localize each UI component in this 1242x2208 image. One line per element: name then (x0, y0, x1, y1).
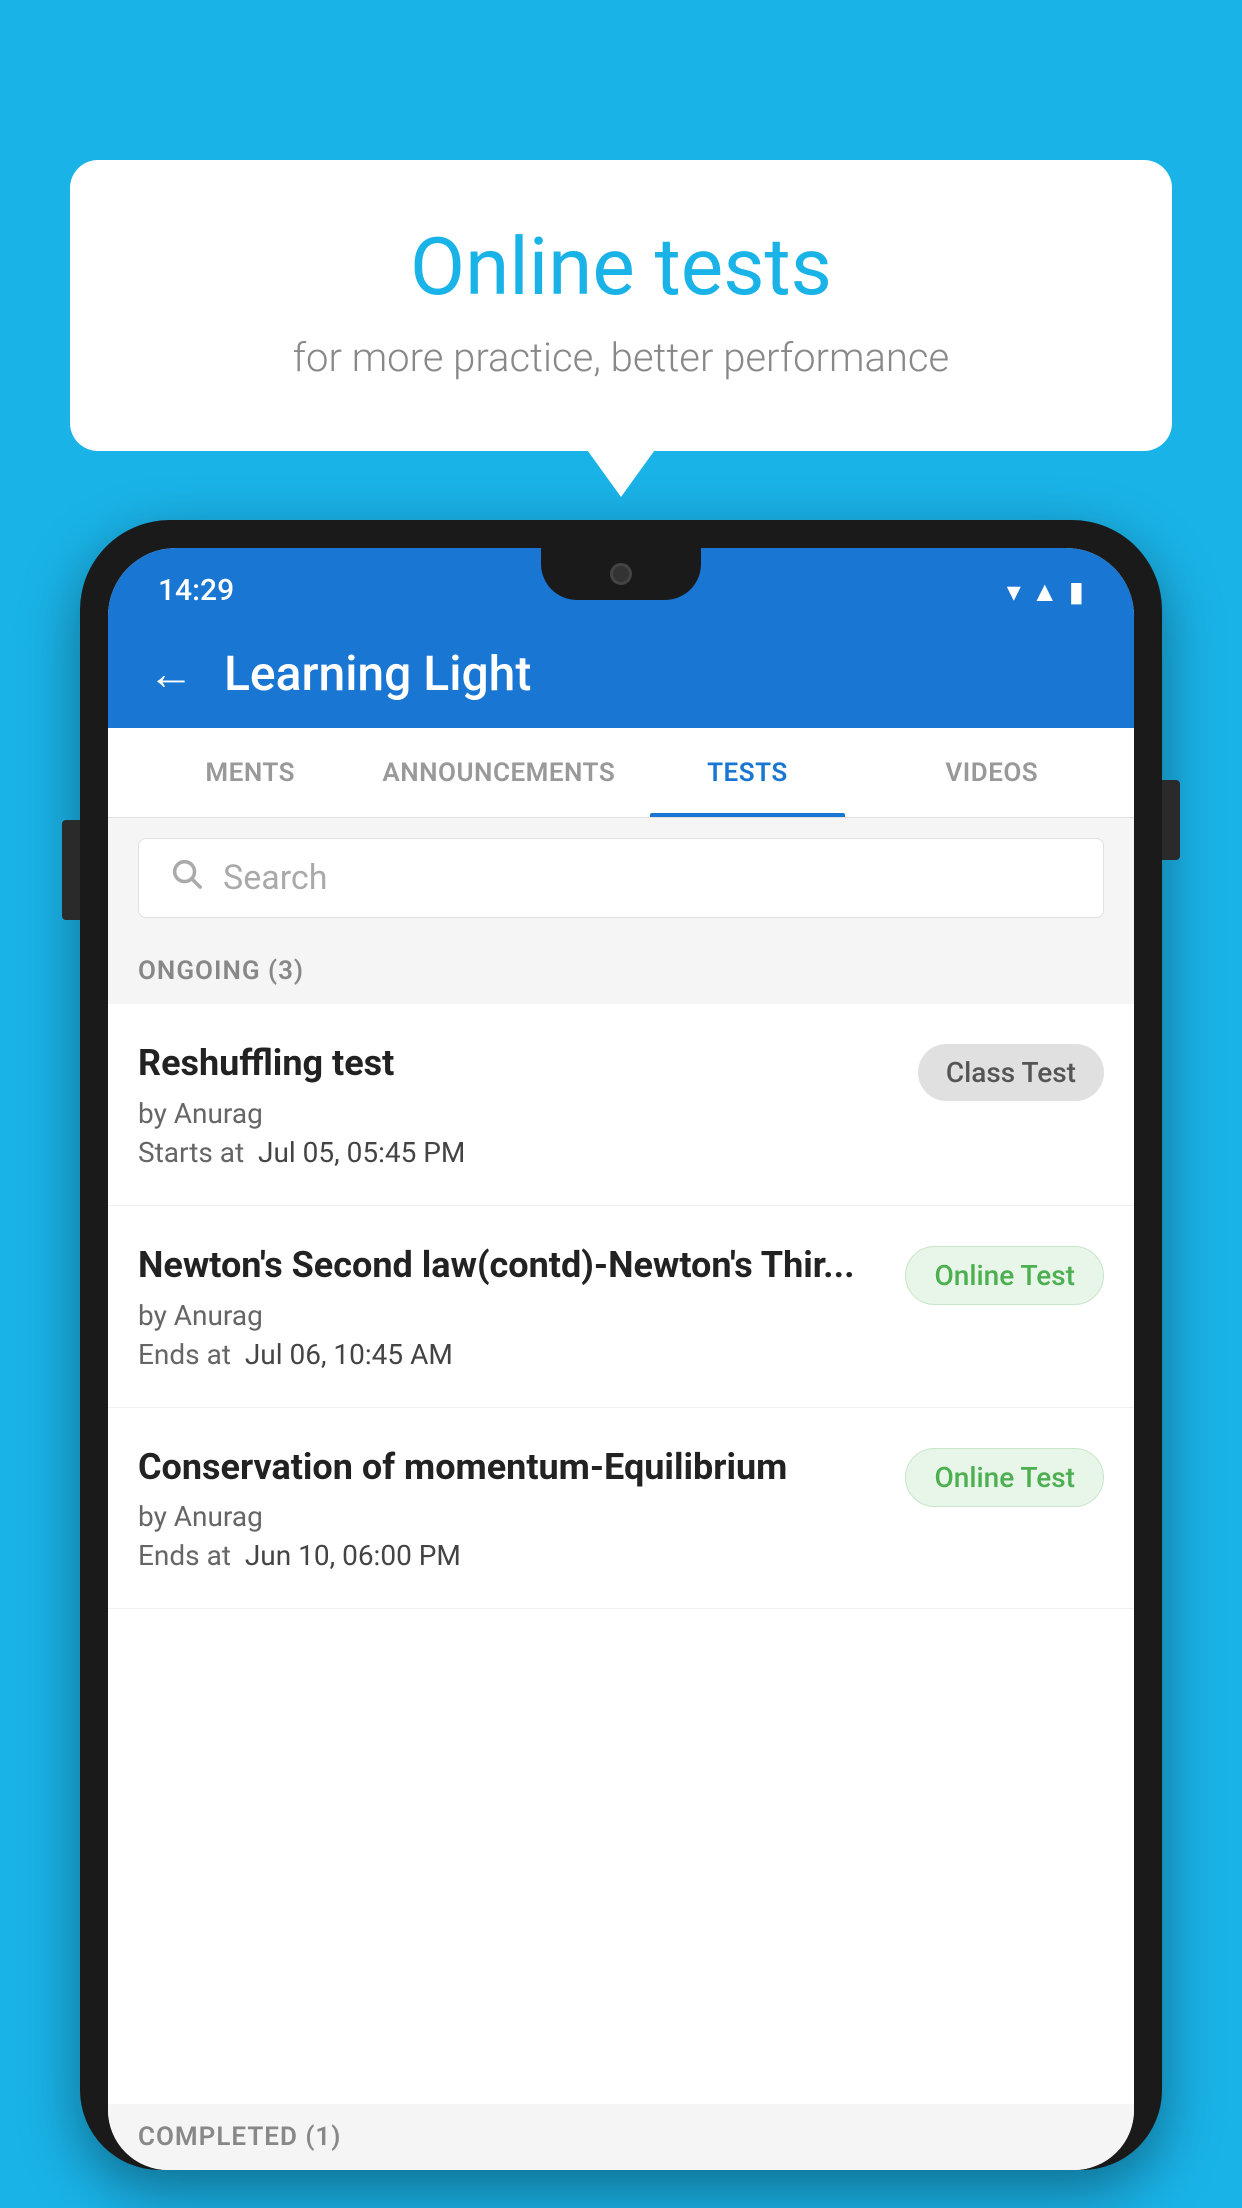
phone-outer: 14:29 ▾ ▲ ▮ ← Learning Light MENTS ANNOU… (80, 520, 1162, 2170)
tab-videos-label: VIDEOS (945, 758, 1038, 788)
tab-tests[interactable]: TESTS (625, 728, 869, 817)
camera-dot (610, 563, 632, 585)
bubble-subtitle: for more practice, better performance (150, 334, 1092, 381)
test-name-2: Newton's Second law(contd)-Newton's Thir… (138, 1242, 885, 1289)
test-name-1: Reshuffling test (138, 1040, 898, 1087)
test-author-2: by Anurag (138, 1299, 885, 1332)
tab-announcements-label: ANNOUNCEMENTS (382, 758, 615, 788)
app-title: Learning Light (224, 645, 531, 702)
search-bar[interactable]: Search (138, 838, 1104, 918)
test-item-1[interactable]: Reshuffling test by Anurag Starts at Jul… (108, 1004, 1134, 1206)
ongoing-label: ONGOING (3) (138, 956, 304, 986)
completed-section-header: COMPLETED (1) (108, 2104, 1134, 2170)
search-placeholder: Search (223, 858, 327, 898)
bubble-title: Online tests (150, 220, 1092, 314)
test-author-3: by Anurag (138, 1500, 885, 1533)
tab-announcements[interactable]: ANNOUNCEMENTS (372, 728, 625, 817)
test-time-2: Ends at Jul 06, 10:45 AM (138, 1338, 885, 1371)
test-info-2: Newton's Second law(contd)-Newton's Thir… (138, 1242, 905, 1371)
search-container: Search (108, 818, 1134, 938)
tab-tests-label: TESTS (707, 758, 788, 788)
test-info-3: Conservation of momentum-Equilibrium by … (138, 1444, 905, 1573)
back-button[interactable]: ← (148, 646, 194, 701)
test-badge-1: Class Test (918, 1044, 1104, 1101)
test-badge-2: Online Test (905, 1246, 1104, 1305)
test-author-1: by Anurag (138, 1097, 898, 1130)
search-icon (169, 856, 203, 900)
tab-assignments-label: MENTS (205, 758, 295, 788)
ongoing-section-header: ONGOING (3) (108, 938, 1134, 1004)
status-time: 14:29 (158, 573, 234, 608)
tab-videos[interactable]: VIDEOS (870, 728, 1114, 817)
status-icons: ▾ ▲ ▮ (1007, 575, 1084, 608)
battery-icon: ▮ (1069, 575, 1084, 608)
tab-bar: MENTS ANNOUNCEMENTS TESTS VIDEOS (108, 728, 1134, 818)
app-bar: ← Learning Light (108, 618, 1134, 728)
phone-wrapper: 14:29 ▾ ▲ ▮ ← Learning Light MENTS ANNOU… (80, 520, 1162, 2208)
wifi-icon: ▾ (1007, 575, 1021, 608)
test-time-3: Ends at Jun 10, 06:00 PM (138, 1539, 885, 1572)
speech-bubble: Online tests for more practice, better p… (70, 160, 1172, 451)
speech-bubble-container: Online tests for more practice, better p… (70, 160, 1172, 451)
tab-assignments[interactable]: MENTS (128, 728, 372, 817)
test-list: Reshuffling test by Anurag Starts at Jul… (108, 1004, 1134, 1609)
test-item-3[interactable]: Conservation of momentum-Equilibrium by … (108, 1408, 1134, 1610)
test-name-3: Conservation of momentum-Equilibrium (138, 1444, 885, 1491)
phone-notch (541, 548, 701, 600)
signal-icon: ▲ (1031, 575, 1059, 608)
test-info-1: Reshuffling test by Anurag Starts at Jul… (138, 1040, 918, 1169)
test-badge-3: Online Test (905, 1448, 1104, 1507)
phone-screen: 14:29 ▾ ▲ ▮ ← Learning Light MENTS ANNOU… (108, 548, 1134, 2170)
test-item-2[interactable]: Newton's Second law(contd)-Newton's Thir… (108, 1206, 1134, 1408)
completed-label: COMPLETED (1) (138, 2122, 341, 2152)
test-time-1: Starts at Jul 05, 05:45 PM (138, 1136, 898, 1169)
